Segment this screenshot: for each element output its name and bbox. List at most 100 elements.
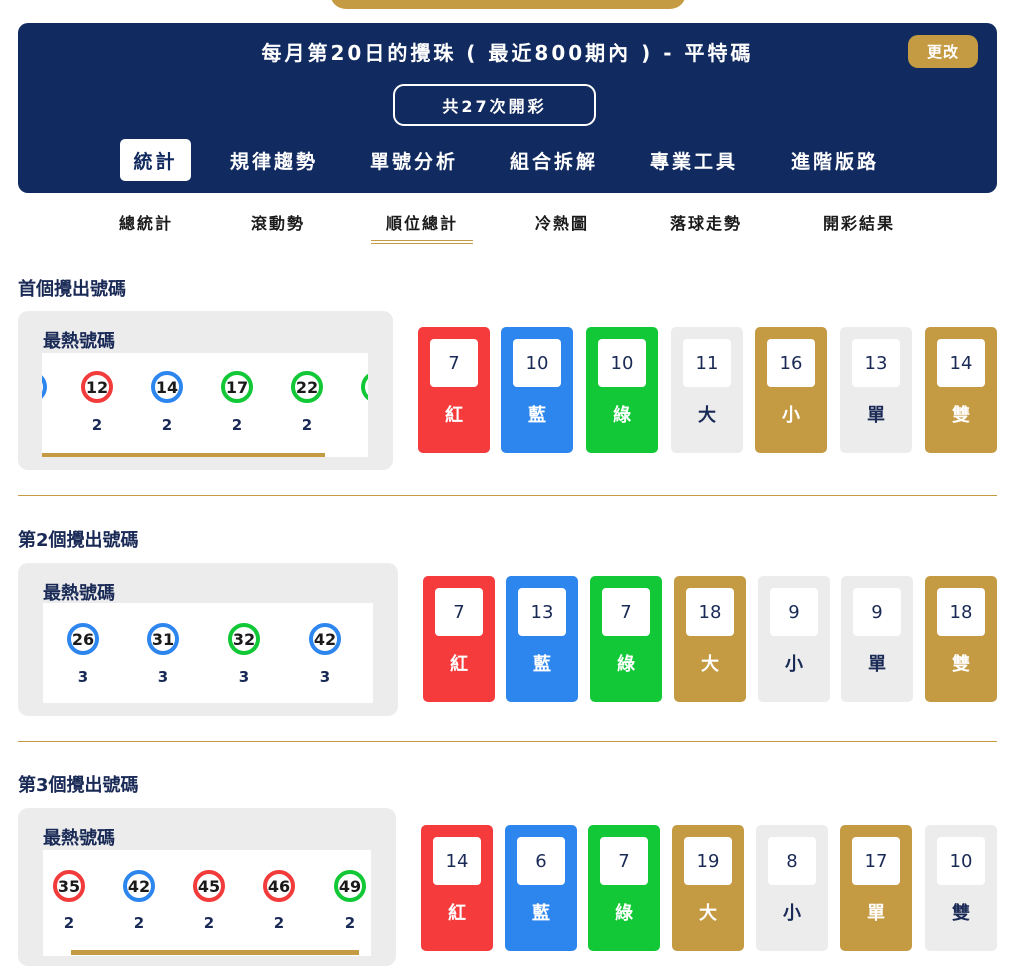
number-ball: 32 [228,623,260,655]
stat-card-small: 16 小 [755,327,827,453]
stat-value: 6 [517,837,565,885]
stat-card-odd: 9 單 [841,576,913,702]
ball-count: 2 [63,914,75,932]
stat-value: 14 [433,837,481,885]
ball-count: 2 [161,416,173,434]
stat-label: 小 [782,405,800,426]
hot-numbers-scroller[interactable]: 35 2 42 2 45 2 46 2 49 2 [43,850,371,956]
stat-label: 藍 [532,903,550,924]
stat-card-red: 7 紅 [423,576,495,702]
stat-label: 紅 [450,654,468,675]
stat-label: 藍 [533,654,551,675]
active-subtab-underline [371,240,473,244]
stat-value: 13 [852,339,900,387]
hot-numbers-panel: 最熱號碼 26 3 31 3 32 3 42 3 [18,563,398,716]
number-ball: 17 [221,371,253,403]
stat-value: 13 [518,588,566,636]
subtab-position-total[interactable]: 順位總計 [371,210,473,234]
stat-label: 大 [699,903,717,924]
section-title: 第2個攪出號碼 [18,530,139,551]
stat-card-big: 11 大 [671,327,743,453]
stat-label: 綠 [615,903,633,924]
tab-trends[interactable]: 規律趨勢 [219,139,329,181]
ball-count: 2 [231,416,243,434]
section-title: 第3個攪出號碼 [18,775,139,796]
stat-card-green: 10 綠 [586,327,658,453]
ball-count: 2 [273,914,285,932]
subtab-draw-results[interactable]: 開彩結果 [809,210,909,234]
stat-label: 單 [867,903,885,924]
hot-numbers-scroller[interactable]: 26 3 31 3 32 3 42 3 [43,603,373,703]
number-ball: 46 [263,870,295,902]
stat-value: 19 [684,837,732,885]
sub-tabs: 總統計 滾動勢 順位總計 冷熱圖 落球走勢 開彩結果 [0,210,1024,246]
stat-value: 18 [686,588,734,636]
scrollbar-thumb[interactable] [42,453,325,457]
number-ball-partial [42,371,47,403]
stat-value: 17 [852,837,900,885]
tab-single-number-analysis[interactable]: 單號分析 [359,139,469,181]
section-divider [18,495,997,496]
number-ball-partial [361,371,368,403]
number-ball: 14 [151,371,183,403]
page-title: 每月第20日的攪珠 ( 最近800期內 ) - 平特碼 [261,41,754,65]
stat-card-small: 8 小 [756,825,828,951]
tab-statistics[interactable]: 統計 [120,139,191,181]
hot-numbers-label: 最熱號碼 [43,331,115,352]
scrollbar-thumb[interactable] [71,950,359,955]
ball-count: 3 [238,668,250,686]
number-ball: 31 [147,623,179,655]
tab-advanced[interactable]: 進階版路 [780,139,890,181]
number-ball: 35 [53,870,85,902]
stat-value: 10 [937,837,985,885]
stat-value: 11 [683,339,731,387]
tab-combination[interactable]: 組合拆解 [499,139,609,181]
tab-pro-tools[interactable]: 專業工具 [639,139,749,181]
stat-label: 雙 [952,903,970,924]
header-banner: 每月第20日的攪珠 ( 最近800期內 ) - 平特碼 更改 共27次開彩 統計… [18,23,997,193]
subtab-overall[interactable]: 總統計 [100,210,192,234]
number-ball: 49 [334,870,366,902]
stat-card-blue: 13 藍 [506,576,578,702]
number-ball: 26 [67,623,99,655]
stat-value: 10 [598,339,646,387]
ball-count: 2 [133,914,145,932]
stat-card-odd: 13 單 [840,327,912,453]
stat-card-big: 19 大 [672,825,744,951]
number-ball: 12 [81,371,113,403]
change-button[interactable]: 更改 [908,35,978,68]
subtab-heatmap[interactable]: 冷熱圖 [516,210,608,234]
stat-label: 大 [701,654,719,675]
section-title: 首個攪出號碼 [18,279,126,300]
stat-value: 7 [430,339,478,387]
ball-count: 2 [91,416,103,434]
stat-card-even: 18 雙 [925,576,997,702]
top-tab-indicator [330,0,686,9]
stat-card-big: 18 大 [674,576,746,702]
stat-value: 9 [770,588,818,636]
hot-numbers-panel: 最熱號碼 12 2 14 2 17 2 22 2 [18,311,393,470]
stat-value: 7 [602,588,650,636]
stat-value: 16 [767,339,815,387]
ball-count: 3 [319,668,331,686]
stat-card-green: 7 綠 [588,825,660,951]
subtab-rolling[interactable]: 滾動勢 [232,210,324,234]
stat-value: 7 [435,588,483,636]
stat-card-small: 9 小 [758,576,830,702]
section-divider [18,741,997,742]
stat-label: 單 [868,654,886,675]
stat-label: 單 [867,405,885,426]
subtab-ball-trend[interactable]: 落球走勢 [656,210,756,234]
stat-card-even: 14 雙 [925,327,997,453]
stat-value: 9 [853,588,901,636]
stat-label: 雙 [952,654,970,675]
hot-numbers-scroller[interactable]: 12 2 14 2 17 2 22 2 [42,353,368,457]
number-ball: 42 [309,623,341,655]
stat-value: 7 [600,837,648,885]
stat-value: 8 [768,837,816,885]
number-ball: 42 [123,870,155,902]
ball-count: 3 [157,668,169,686]
stat-card-red: 7 紅 [418,327,490,453]
stat-card-even: 10 雙 [925,825,997,951]
stat-label: 紅 [448,903,466,924]
